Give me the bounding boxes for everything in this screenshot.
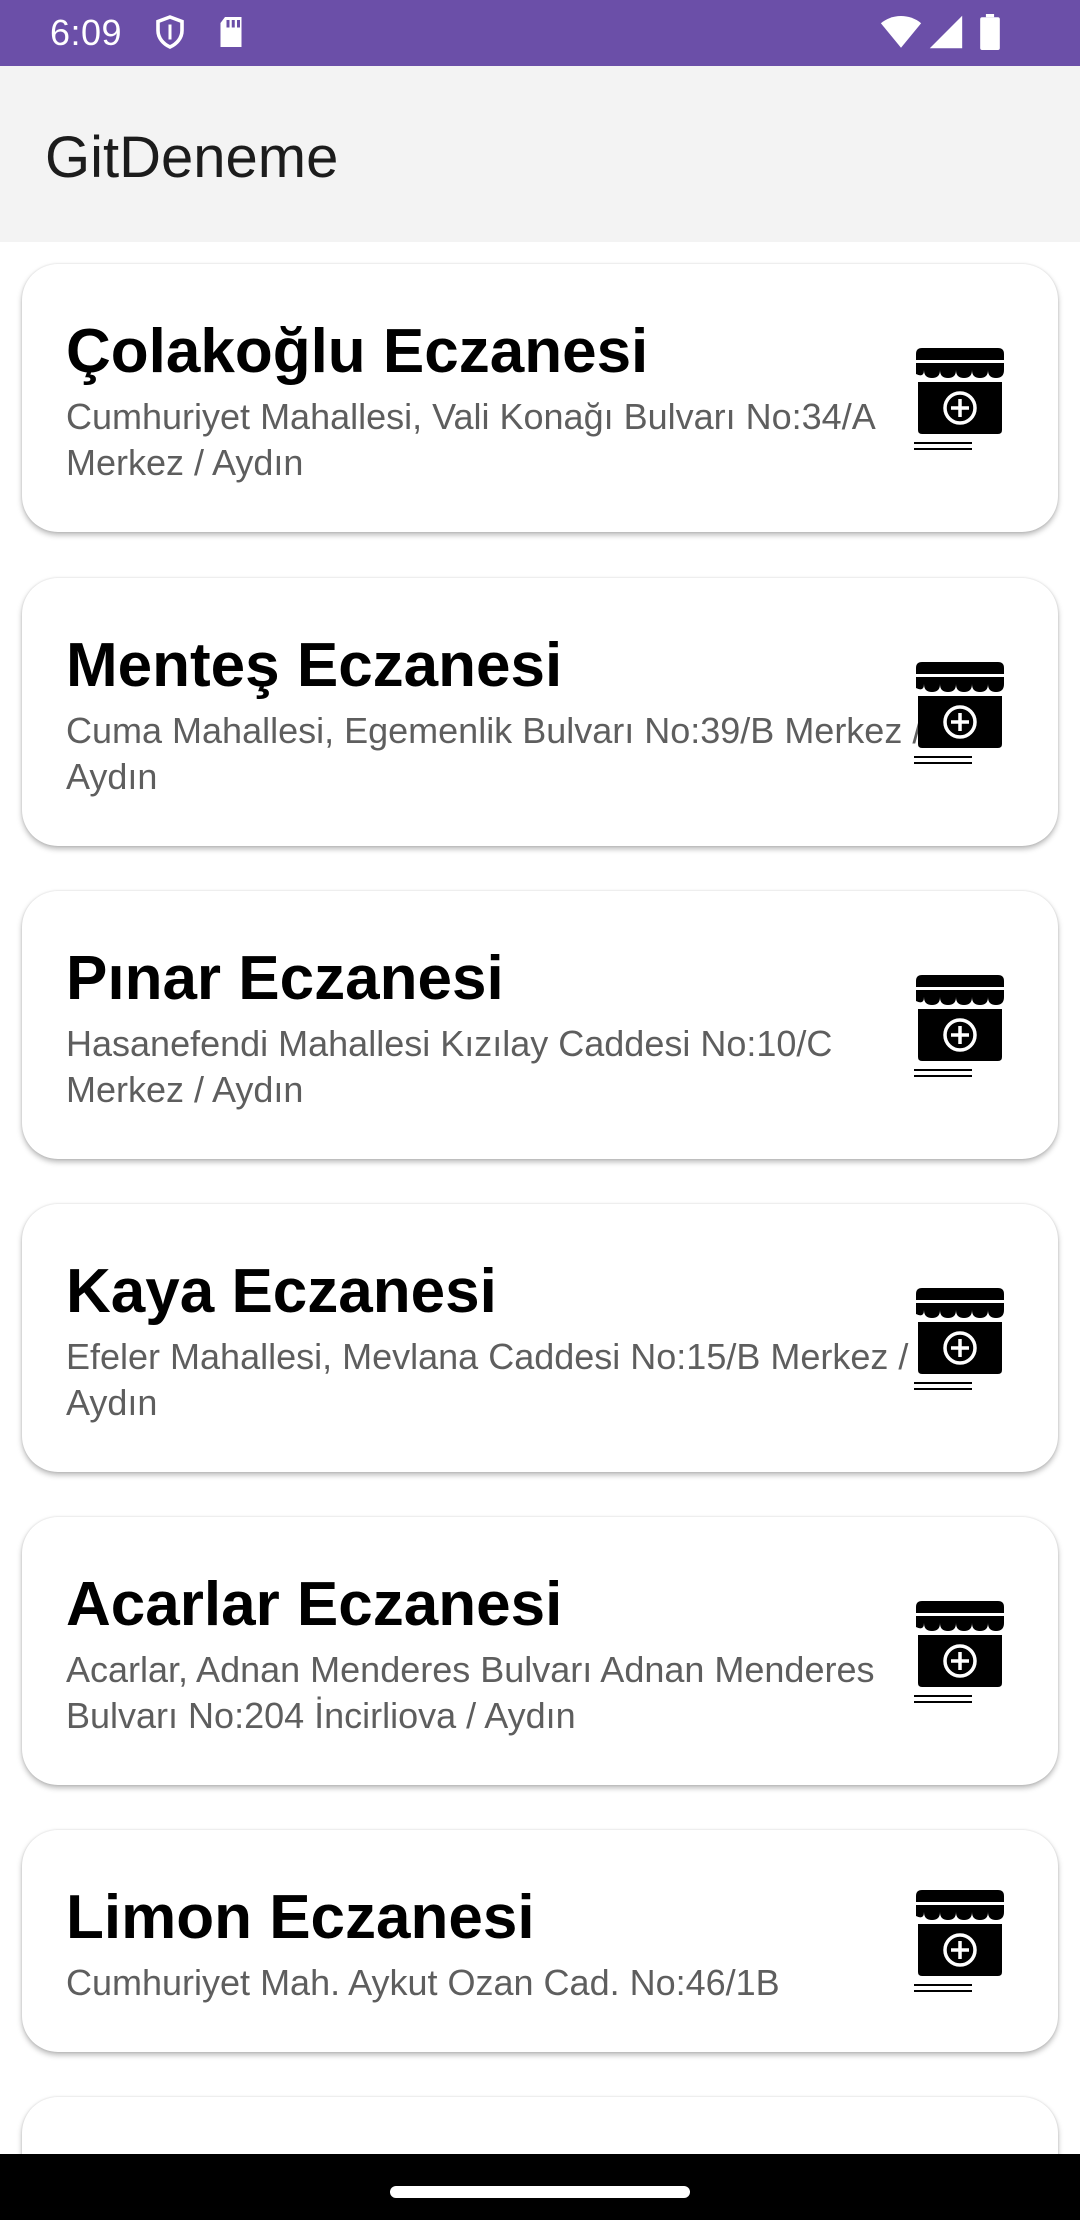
- pharmacy-address: Acarlar, Adnan Menderes Bulvarı Adnan Me…: [66, 1649, 875, 1736]
- pharmacy-name: Acarlar Eczanesi: [66, 1570, 563, 1639]
- pharmacy-card[interactable]: Pınar Eczanesi Hasanefendi Mahallesi Kız…: [22, 891, 1058, 1159]
- pharmacy-address: Efeler Mahallesi, Mevlana Caddesi No:15/…: [66, 1336, 909, 1423]
- store-plus-icon: [914, 662, 1004, 764]
- pharmacy-address: Cumhuriyet Mah. Aykut Ozan Cad. No:46/1B: [66, 1962, 780, 2003]
- store-plus-icon: [914, 1890, 1004, 1992]
- app-title: GitDeneme: [45, 125, 339, 190]
- navigation-bar: [0, 2154, 1080, 2220]
- pharmacy-address: Cuma Mahallesi, Egemenlik Bulvarı No:39/…: [66, 710, 923, 797]
- pharmacy-card-partial[interactable]: [22, 2097, 1058, 2154]
- pharmacy-name: Çolakoğlu Eczanesi: [66, 317, 649, 386]
- pharmacy-name: Menteş Eczanesi: [66, 631, 563, 700]
- wifi-icon: [880, 16, 922, 48]
- sd-card-icon: [220, 17, 242, 47]
- app-bar: GitDeneme: [0, 66, 1080, 242]
- store-plus-icon: [914, 1601, 1004, 1703]
- pharmacy-address: Cumhuriyet Mahallesi, Vali Konağı Bulvar…: [66, 396, 874, 483]
- pharmacy-name: Limon Eczanesi: [66, 1883, 535, 1952]
- pharmacy-card[interactable]: Acarlar Eczanesi Acarlar, Adnan Menderes…: [22, 1517, 1058, 1785]
- store-plus-icon: [914, 975, 1004, 1077]
- shield-icon: [156, 15, 184, 49]
- pharmacy-card[interactable]: Kaya Eczanesi Efeler Mahallesi, Mevlana …: [22, 1204, 1058, 1472]
- status-bar: 6:09: [0, 0, 1080, 66]
- screen: 6:09 GitDeneme Çolakoğlu Eczanesi Cumhur…: [0, 0, 1080, 2220]
- store-plus-icon: [914, 348, 1004, 450]
- home-gesture-handle[interactable]: [390, 2186, 690, 2198]
- status-time: 6:09: [50, 12, 123, 53]
- pharmacy-address: Hasanefendi Mahallesi Kızılay Caddesi No…: [66, 1023, 833, 1110]
- pharmacy-card[interactable]: Limon Eczanesi Cumhuriyet Mah. Aykut Oza…: [22, 1830, 1058, 2052]
- pharmacy-card[interactable]: Menteş Eczanesi Cuma Mahallesi, Egemenli…: [22, 578, 1058, 846]
- pharmacy-name: Kaya Eczanesi: [66, 1257, 497, 1326]
- store-plus-icon: [914, 1288, 1004, 1390]
- pharmacy-name: Pınar Eczanesi: [66, 944, 504, 1013]
- signal-icon: [929, 15, 963, 49]
- pharmacy-list[interactable]: Çolakoğlu Eczanesi Cumhuriyet Mahallesi,…: [0, 242, 1080, 2154]
- pharmacy-card[interactable]: Çolakoğlu Eczanesi Cumhuriyet Mahallesi,…: [22, 264, 1058, 532]
- battery-icon: [980, 14, 1000, 50]
